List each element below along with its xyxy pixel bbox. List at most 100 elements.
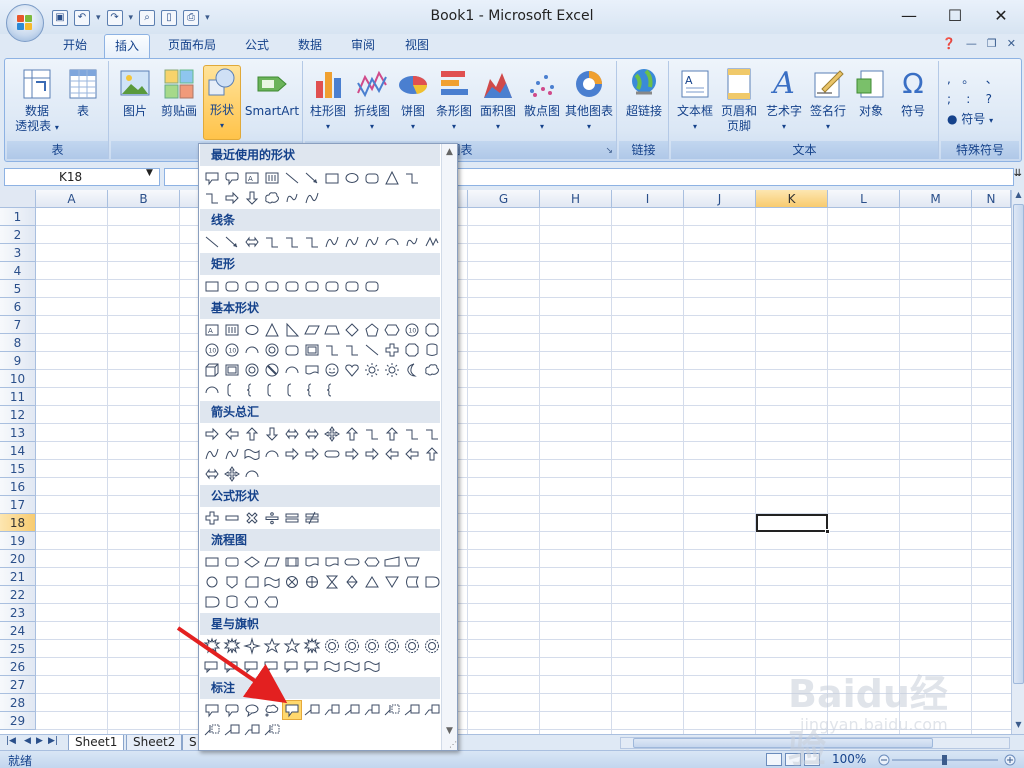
lrarrow-shape-icon[interactable] [243,233,261,251]
frame-shape-icon[interactable] [223,361,241,379]
banner-shape-icon[interactable] [303,657,321,675]
callline2-shape-icon[interactable] [363,701,381,719]
callrect-shape-icon[interactable] [203,169,221,187]
stored-shape-icon[interactable] [403,573,421,591]
doc-shape-icon[interactable] [303,553,321,571]
banner-shape-icon[interactable] [223,657,241,675]
callrect-shape-icon[interactable] [282,700,302,720]
num-shape-icon[interactable]: 10 [403,321,421,339]
brace-shape-icon[interactable] [303,381,321,399]
textbox-shape-icon[interactable]: A [203,321,221,339]
rrect-shape-icon[interactable] [283,277,301,295]
times-shape-icon[interactable] [243,509,261,527]
elbow-shape-icon[interactable] [403,425,421,443]
lrarrow-shape-icon[interactable] [303,425,321,443]
hyperlink-button[interactable]: 超链接 [621,67,667,119]
callline2-shape-icon[interactable] [423,701,441,719]
cube-shape-icon[interactable] [203,361,221,379]
para-shape-icon[interactable] [303,321,321,339]
decision-shape-icon[interactable] [243,553,261,571]
larrow-shape-icon[interactable] [223,425,241,443]
last-sheet-icon[interactable]: ▶| [48,736,58,746]
rect-shape-icon[interactable] [323,169,341,187]
tri-shape-icon[interactable] [263,321,281,339]
rrect-shape-icon[interactable] [223,277,241,295]
oval-shape-icon[interactable] [343,169,361,187]
uarrow-shape-icon[interactable] [383,425,401,443]
moon-shape-icon[interactable] [403,361,421,379]
row-header-8[interactable]: 8 [0,334,36,352]
charts-dialog-launcher-icon[interactable]: ↘ [605,146,613,156]
column-header-A[interactable]: A [36,190,108,208]
prev-sheet-icon[interactable]: ◀ [24,736,31,746]
smiley-shape-icon[interactable] [323,361,341,379]
larrow-shape-icon[interactable] [383,445,401,463]
row-header-23[interactable]: 23 [0,604,36,622]
equal-shape-icon[interactable] [283,509,301,527]
callbar-shape-icon[interactable] [383,701,401,719]
sheet-tab-2[interactable]: Sheet2 [126,735,183,751]
picture-button[interactable]: 图片 [115,67,155,119]
row-header-5[interactable]: 5 [0,280,36,298]
proc-shape-icon[interactable] [203,553,221,571]
column-header-I[interactable]: I [612,190,684,208]
row-header-25[interactable]: 25 [0,640,36,658]
sumj-shape-icon[interactable] [283,573,301,591]
seal-shape-icon[interactable] [403,637,421,655]
sort-shape-icon[interactable] [343,573,361,591]
callround-shape-icon[interactable] [223,169,241,187]
wordart-button[interactable]: A 艺术字 ▾ [763,67,805,134]
delay-shape-icon[interactable] [203,593,221,611]
arc-shape-icon[interactable] [243,341,261,359]
callline-shape-icon[interactable] [403,701,421,719]
row-header-16[interactable]: 16 [0,478,36,496]
close-button[interactable]: ✕ [978,0,1024,32]
rect-shape-icon[interactable] [203,277,221,295]
object-button[interactable]: 对象 [851,67,891,119]
banner-shape-icon[interactable] [263,657,281,675]
wave-shape-icon[interactable] [343,657,361,675]
signature-line-button[interactable]: 签名行 ▾ [807,67,849,134]
rtri-shape-icon[interactable] [283,321,301,339]
arc-shape-icon[interactable] [203,381,221,399]
column-header-J[interactable]: J [684,190,756,208]
column-header-M[interactable]: M [900,190,972,208]
select-all-corner[interactable] [0,190,36,208]
rrect-shape-icon[interactable] [363,169,381,187]
callround-shape-icon[interactable] [223,701,241,719]
rrect-shape-icon[interactable] [243,277,261,295]
row-header-15[interactable]: 15 [0,460,36,478]
vtext-shape-icon[interactable] [223,321,241,339]
rrect-shape-icon[interactable] [263,277,281,295]
arc-shape-icon[interactable] [243,465,261,483]
pie-chart-button[interactable]: 饼图 ▾ [395,67,431,134]
column-chart-button[interactable]: 柱形图 ▾ [307,67,349,134]
gallery-scroll-down-icon[interactable]: ▼ [446,726,453,736]
vtext-shape-icon[interactable] [263,169,281,187]
row-header-1[interactable]: 1 [0,208,36,226]
line-chart-button[interactable]: 折线图 ▾ [351,67,393,134]
row-header-21[interactable]: 21 [0,568,36,586]
donut-shape-icon[interactable] [243,361,261,379]
tab-data[interactable]: 数据 [287,34,333,58]
sun-shape-icon[interactable] [363,361,381,379]
elbow-shape-icon[interactable] [323,341,341,359]
callbar-shape-icon[interactable] [203,721,221,739]
callline-shape-icon[interactable] [223,721,241,739]
rrect-shape-icon[interactable] [283,341,301,359]
name-box[interactable]: K18 [4,168,160,186]
banner-shape-icon[interactable] [243,657,261,675]
burst-shape-icon[interactable] [223,637,241,655]
banner-shape-icon[interactable] [203,657,221,675]
num-shape-icon[interactable]: 10 [223,341,241,359]
manop-shape-icon[interactable] [403,553,421,571]
curve-shape-icon[interactable] [363,233,381,251]
hex-shape-icon[interactable] [383,321,401,339]
brace-shape-icon[interactable] [243,381,261,399]
page-layout-view-icon[interactable] [785,753,801,766]
display-shape-icon[interactable] [243,593,261,611]
rrect-shape-icon[interactable] [343,277,361,295]
divide-shape-icon[interactable] [263,509,281,527]
prep-shape-icon[interactable] [363,553,381,571]
orj-shape-icon[interactable] [303,573,321,591]
